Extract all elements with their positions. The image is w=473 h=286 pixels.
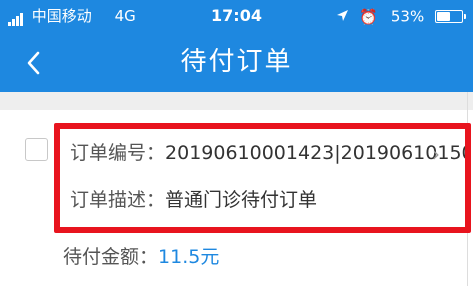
right-edge-line xyxy=(467,92,468,286)
amount-value: 11.5元 xyxy=(158,246,220,268)
chevron-right-icon[interactable]: › xyxy=(432,142,440,166)
location-arrow-icon xyxy=(336,7,349,27)
battery-percent: 53% xyxy=(390,7,425,26)
section-divider xyxy=(0,92,473,110)
battery-icon xyxy=(435,10,466,23)
order-description-label: 订单描述： xyxy=(70,189,166,211)
status-bar: 中国移动 4G 17:04 ⏰ 53% xyxy=(0,0,473,34)
highlight-box xyxy=(54,123,471,233)
order-select-checkbox[interactable] xyxy=(25,138,48,161)
nav-bar: 待付订单 xyxy=(0,34,473,92)
status-right: ⏰ 53% xyxy=(336,6,466,27)
amount-label: 待付金额： xyxy=(63,246,159,268)
order-description-value: 普通门诊待付订单 xyxy=(165,189,318,211)
alarm-clock-icon: ⏰ xyxy=(359,7,379,26)
amount-row: 待付金额：11.5元 xyxy=(63,245,219,269)
order-number-row: 订单编号：20190610001423|201906101509 xyxy=(70,141,465,165)
order-number-label: 订单编号： xyxy=(70,142,166,164)
screen: 中国移动 4G 17:04 ⏰ 53% 待付订单 订单编号：2019061000… xyxy=(0,0,473,286)
order-description-row: 订单描述：普通门诊待付订单 xyxy=(70,188,317,212)
page-title: 待付订单 xyxy=(180,47,293,77)
order-number-value: 20190610001423|201906101509 xyxy=(165,142,465,164)
